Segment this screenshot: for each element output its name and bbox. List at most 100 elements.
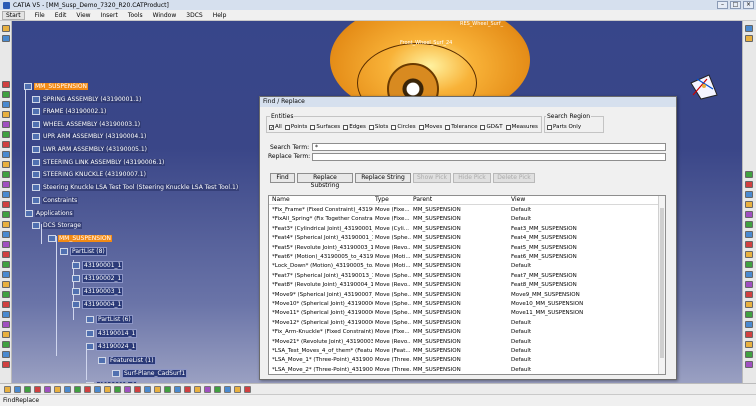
- toolbar-icon[interactable]: [745, 231, 753, 238]
- checkbox-edges[interactable]: Edges: [343, 124, 366, 130]
- toolbar-icon[interactable]: [745, 311, 753, 318]
- table-row[interactable]: *Move9* (Spherical Joint)_43190007_... Mo…: [269, 291, 659, 299]
- toolbar-icon[interactable]: [2, 161, 10, 168]
- tree-item-part[interactable]: 43190002_1: [72, 274, 124, 283]
- toolbar-icon[interactable]: [54, 386, 61, 393]
- table-row[interactable]: *Feat4* (Spherical Joint)_43190001_1... M…: [269, 234, 659, 242]
- toolbar-icon[interactable]: [2, 181, 10, 188]
- replace-term-input[interactable]: [312, 153, 666, 161]
- tree-item-featurelist[interactable]: FeatureList (1): [98, 356, 156, 365]
- toolbar-icon[interactable]: [2, 221, 10, 228]
- checkbox-gdt[interactable]: GD&T: [480, 124, 503, 130]
- toolbar-icon[interactable]: [2, 101, 10, 108]
- compass-icon[interactable]: [687, 69, 727, 109]
- menu-start[interactable]: Start: [2, 10, 25, 20]
- toolbar-icon[interactable]: [134, 386, 141, 393]
- scrollbar-thumb[interactable]: [660, 208, 664, 358]
- table-row[interactable]: *Lock_Down* (Motion)_43190005_to... Move …: [269, 262, 659, 270]
- toolbar-icon[interactable]: [745, 181, 753, 188]
- toolbar-icon[interactable]: [2, 341, 10, 348]
- toolbar-icon[interactable]: [154, 386, 161, 393]
- toolbar-icon[interactable]: [74, 386, 81, 393]
- toolbar-icon[interactable]: [144, 386, 151, 393]
- delete-pick-button[interactable]: Delete Pick: [493, 173, 535, 183]
- toolbar-icon[interactable]: [164, 386, 171, 393]
- tree-item-part[interactable]: 43190014_1: [86, 329, 138, 338]
- table-row[interactable]: *LSA_Move_2* (Three-Point)_4319001... Mov…: [269, 366, 659, 374]
- toolbar-icon[interactable]: [2, 321, 10, 328]
- checkbox-all[interactable]: ✓ All: [269, 124, 282, 130]
- toolbar-icon[interactable]: [745, 351, 753, 358]
- tree-item[interactable]: UPR ARM ASSEMBLY (43190004.1): [32, 132, 148, 141]
- toolbar-icon[interactable]: [124, 386, 131, 393]
- toolbar-icon[interactable]: [745, 35, 753, 42]
- table-row[interactable]: *Fix_Frame* (Fixed Constraint)_43190002_…: [269, 206, 659, 214]
- toolbar-icon[interactable]: [234, 386, 241, 393]
- toolbar-icon[interactable]: [2, 141, 10, 148]
- toolbar-icon[interactable]: [2, 25, 10, 32]
- toolbar-icon[interactable]: [2, 301, 10, 308]
- tree-item-mm-suspension[interactable]: MM_SUSPENSION: [48, 234, 113, 243]
- checkbox-slots[interactable]: Slots: [368, 124, 388, 130]
- toolbar-icon[interactable]: [94, 386, 101, 393]
- toolbar-icon[interactable]: [2, 211, 10, 218]
- toolbar-icon[interactable]: [2, 331, 10, 338]
- tree-root[interactable]: MM_SUSPENSION: [24, 82, 89, 91]
- table-row[interactable]: *Feat8* (Revolute Joint)_43190004_1_4...…: [269, 281, 659, 289]
- toolbar-icon[interactable]: [745, 221, 753, 228]
- toolbar-icon[interactable]: [2, 281, 10, 288]
- tree-item[interactable]: STEERING KNUCKLE (43190007.1): [32, 170, 147, 179]
- toolbar-icon[interactable]: [745, 281, 753, 288]
- toolbar-icon[interactable]: [745, 171, 753, 178]
- toolbar-icon[interactable]: [2, 271, 10, 278]
- toolbar-icon[interactable]: [14, 386, 21, 393]
- menu-tools[interactable]: Tools: [128, 12, 143, 19]
- toolbar-icon[interactable]: [745, 251, 753, 258]
- checkbox-tolerance[interactable]: Tolerance: [445, 124, 477, 130]
- toolbar-icon[interactable]: [2, 311, 10, 318]
- toolbar-icon[interactable]: [745, 331, 753, 338]
- toolbar-icon[interactable]: [194, 386, 201, 393]
- toolbar-icon[interactable]: [2, 361, 10, 368]
- tree-item[interactable]: FRAME (43190002.1): [32, 107, 108, 116]
- table-row[interactable]: *Move11* (Spherical Joint)_43190006_... M…: [269, 309, 659, 317]
- toolbar-icon[interactable]: [745, 211, 753, 218]
- table-row[interactable]: *Fix_Arm-Knuckle* (Fixed Constraint)... M…: [269, 328, 659, 336]
- checkbox-points[interactable]: Points: [284, 124, 307, 130]
- tree-item[interactable]: WHEEL ASSEMBLY (43190003.1): [32, 120, 142, 129]
- checkbox-surfaces[interactable]: Surfaces: [310, 124, 340, 130]
- toolbar-icon[interactable]: [44, 386, 51, 393]
- table-row[interactable]: *Move12* (Spherical Joint)_43190006_... M…: [269, 319, 659, 327]
- column-header-parent[interactable]: Parent: [413, 196, 432, 203]
- toolbar-icon[interactable]: [34, 386, 41, 393]
- toolbar-icon[interactable]: [2, 121, 10, 128]
- tree-item-partlist[interactable]: PartList (8): [60, 247, 107, 256]
- toolbar-icon[interactable]: [745, 271, 753, 278]
- tree-item-constraints[interactable]: Constraints: [32, 196, 79, 205]
- table-scrollbar[interactable]: [658, 196, 665, 374]
- toolbar-icon[interactable]: [745, 301, 753, 308]
- tree-item[interactable]: SPRING ASSEMBLY (43190001.1): [32, 95, 143, 104]
- tree-item[interactable]: STEERING LINK ASSEMBLY (43190006.1): [32, 158, 166, 167]
- toolbar-icon[interactable]: [745, 201, 753, 208]
- tree-item-part[interactable]: 43190001_1: [72, 261, 124, 270]
- toolbar-icon[interactable]: [2, 151, 10, 158]
- toolbar-icon[interactable]: [2, 171, 10, 178]
- tree-item[interactable]: LWR ARM ASSEMBLY (43190005.1): [32, 145, 149, 154]
- toolbar-icon[interactable]: [204, 386, 211, 393]
- find-button[interactable]: Find: [270, 173, 295, 183]
- tree-item-applications[interactable]: Applications: [25, 209, 74, 218]
- menu-insert[interactable]: Insert: [101, 12, 118, 19]
- toolbar-icon[interactable]: [2, 351, 10, 358]
- toolbar-icon[interactable]: [2, 201, 10, 208]
- table-row[interactable]: *Move10* (Spherical Joint)_43190006_... M…: [269, 300, 659, 308]
- toolbar-icon[interactable]: [2, 35, 10, 42]
- tree-item-part[interactable]: 43190003_1: [72, 287, 124, 296]
- menu-view[interactable]: View: [76, 12, 90, 19]
- toolbar-icon[interactable]: [745, 341, 753, 348]
- table-row[interactable]: *Move21* (Revolute Joint)_43190003_4...M…: [269, 338, 659, 346]
- toolbar-icon[interactable]: [2, 251, 10, 258]
- replace-string-button[interactable]: Replace String: [355, 173, 411, 183]
- column-header-name[interactable]: Name: [272, 196, 290, 203]
- checkbox-measures[interactable]: Measures: [505, 124, 538, 130]
